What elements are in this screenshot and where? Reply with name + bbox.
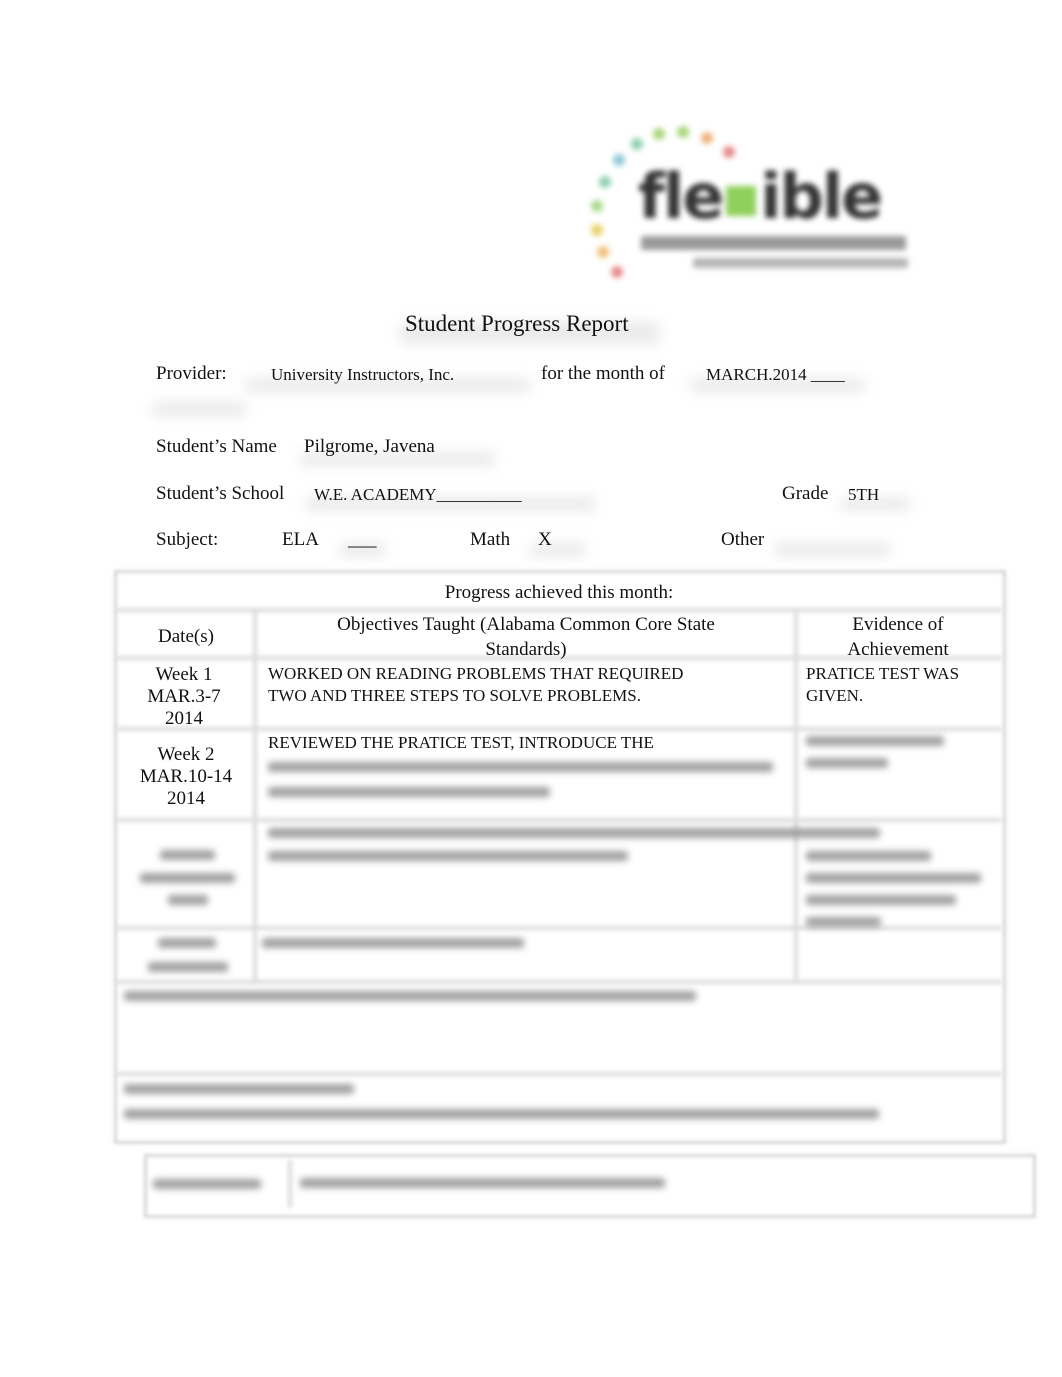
row-objective-line: TWO AND THREE STEPS TO SOLVE PROBLEMS. (268, 686, 641, 705)
row-week: Week 1 (155, 664, 213, 685)
obscured-text (806, 758, 888, 768)
obscured-text (806, 895, 956, 905)
student-name-label: Student’s Name (156, 436, 277, 457)
obscured-text (124, 1109, 879, 1119)
column-header-objectives-line2: Standards) (485, 639, 567, 660)
other-value-obscured (775, 543, 890, 557)
math-label: Math (470, 529, 511, 550)
obscured-text (806, 851, 931, 861)
obscured-text (268, 787, 550, 797)
row-objective: WORKED ON READING PROBLEMS THAT REQUIRED… (268, 663, 683, 707)
row-range: MAR.10-14 (139, 766, 233, 787)
obscured-text (268, 762, 773, 772)
other-label: Other (721, 529, 765, 550)
month-label: for the month of (541, 363, 666, 384)
flexible-logo: fle ible (583, 118, 913, 288)
row-objective-line: WORKED ON READING PROBLEMS THAT REQUIRED (268, 664, 684, 683)
obscured-text (153, 1179, 261, 1189)
row-evidence-line: PRATICE TEST WAS (806, 664, 960, 683)
obscured-text (148, 962, 228, 972)
column-header-objectives: Objectives Taught (Alabama Common Core S… (258, 614, 794, 661)
obscured-text (806, 873, 981, 883)
row-week: Week 2 (157, 744, 215, 765)
obscured-text (262, 938, 524, 948)
logo-arc-dot (723, 146, 735, 158)
school-value: W.E. ACADEMY__________ (314, 485, 522, 504)
column-header-dates: Date(s) (158, 626, 214, 647)
row-range: MAR.3-7 (147, 686, 221, 707)
math-checkbox[interactable]: X (538, 529, 552, 551)
row-objective: REVIEWED THE PRATICE TEST, INTRODUCE THE (268, 732, 654, 754)
obscured-field (152, 402, 247, 416)
row-objective-line: REVIEWED THE PRATICE TEST, INTRODUCE THE (268, 733, 654, 752)
column-header-evidence-line1: Evidence of (852, 614, 944, 635)
logo-arc-dot (591, 224, 603, 236)
ela-checkbox[interactable]: ___ (348, 529, 377, 551)
obscured-text (168, 895, 208, 905)
obscured-text (140, 873, 235, 883)
provider-label: Provider: (156, 363, 227, 384)
provider-value: University Instructors, Inc. (271, 365, 455, 384)
logo-arc-dot (631, 138, 643, 150)
obscured-text (268, 828, 880, 838)
logo-arc-dot (597, 246, 609, 258)
logo-arc-dot (701, 132, 713, 144)
obscured-text (806, 917, 881, 927)
logo-arc-dot (611, 266, 623, 278)
logo-arc-dot (613, 154, 625, 166)
row-year: 2014 (165, 708, 203, 729)
obscured-text (158, 938, 216, 948)
row-date: Week 1 MAR.3-7 2014 (118, 664, 250, 730)
subject-label: Subject: (156, 529, 219, 550)
logo-x-mark (726, 185, 757, 216)
obscured-text (124, 991, 696, 1001)
logo-arc-dot (653, 128, 665, 140)
logo-arc-dot (677, 126, 689, 138)
column-header-evidence: Evidence of Achievement (798, 614, 998, 661)
grade-value: 5TH (848, 485, 880, 504)
table-caption: Progress achieved this month: (444, 582, 674, 603)
month-value: MARCH.2014 ____ (706, 365, 845, 384)
row-date: Week 2 MAR.10-14 2014 (118, 744, 254, 810)
obscured-text (806, 736, 944, 746)
logo-arc-dot (591, 200, 603, 212)
row-evidence: PRATICE TEST WAS GIVEN. (806, 663, 959, 707)
row-evidence-line: GIVEN. (806, 686, 864, 705)
obscured-text (124, 1084, 354, 1094)
logo-subtagline (693, 258, 908, 268)
column-header-evidence-line2: Achievement (847, 639, 949, 660)
page-title: Student Progress Report (405, 311, 629, 336)
column-header-objectives-line1: Objectives Taught (Alabama Common Core S… (337, 614, 715, 635)
school-label: Student’s School (156, 483, 285, 504)
row-year: 2014 (167, 788, 205, 809)
logo-wordmark: fle ible (638, 160, 883, 233)
obscured-text (300, 1178, 665, 1188)
logo-tagline (641, 236, 906, 250)
obscured-text (160, 850, 215, 860)
obscured-text (268, 851, 628, 861)
student-name-value: Pilgrome, Javena (304, 436, 435, 457)
grade-label: Grade (782, 483, 829, 504)
ela-label: ELA (282, 529, 319, 550)
logo-arc-dot (599, 176, 611, 188)
